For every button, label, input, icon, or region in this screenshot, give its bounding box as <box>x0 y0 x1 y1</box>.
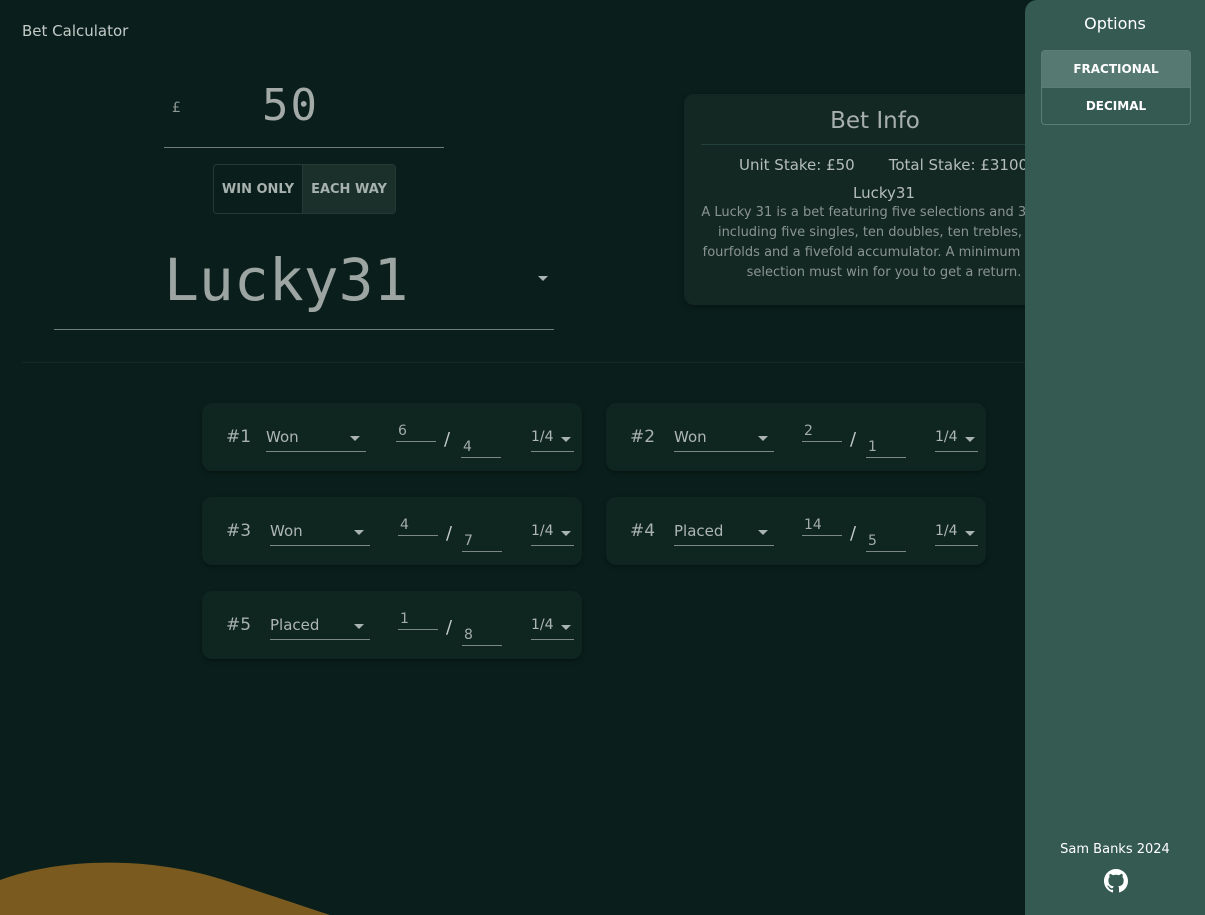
stake-input[interactable]: £ 50 <box>164 80 444 148</box>
result-select[interactable]: Placed <box>270 613 370 640</box>
footer-credit: Sam Banks 2024 <box>1060 842 1170 857</box>
section-divider <box>22 362 1025 363</box>
result-value: Won <box>674 428 707 446</box>
each-way-terms-value: 1/4 <box>935 523 958 539</box>
chevron-down-icon <box>758 530 768 535</box>
unit-stake: Unit Stake: £50 <box>739 156 855 174</box>
chevron-down-icon <box>350 436 360 441</box>
bet-info-title: Bet Info <box>701 108 1049 145</box>
selection-number: #3 <box>226 521 252 541</box>
bet-type-select[interactable]: Lucky31 <box>54 240 554 330</box>
bet-info-stakes: Unit Stake: £50 Total Stake: £3100 <box>739 156 1062 174</box>
each-way-terms-select[interactable]: 1/4 <box>531 425 574 452</box>
each-way-terms-value: 1/4 <box>531 429 554 445</box>
total-stake: Total Stake: £3100 <box>888 156 1029 174</box>
odds-slash: / <box>446 617 453 638</box>
odds-denominator-input[interactable]: 1 <box>866 433 906 458</box>
selection-number: #4 <box>630 521 656 541</box>
odds-slash: / <box>444 429 451 450</box>
result-select[interactable]: Won <box>674 425 774 452</box>
stake-value[interactable]: 50 <box>262 80 319 131</box>
each-way-terms-value: 1/4 <box>935 429 958 445</box>
each-way-terms-select[interactable]: 1/4 <box>531 613 574 640</box>
selection-card-2: #2 Won 2 / 1 1/4 <box>606 403 986 471</box>
chevron-down-icon <box>354 530 364 535</box>
result-select[interactable]: Won <box>270 519 370 546</box>
chevron-down-icon <box>561 531 571 536</box>
selection-card-4: #4 Placed 14 / 5 1/4 <box>606 497 986 565</box>
odds-denominator-input[interactable]: 7 <box>462 527 502 552</box>
odds-slash: / <box>446 523 453 544</box>
chevron-down-icon <box>538 276 548 281</box>
selection-number: #5 <box>226 615 252 635</box>
odds-slash: / <box>850 429 857 450</box>
app-title: Bet Calculator <box>22 22 129 40</box>
win-only-button[interactable]: WIN ONLY <box>214 165 303 213</box>
each-way-terms-select[interactable]: 1/4 <box>935 519 978 546</box>
each-way-terms-select[interactable]: 1/4 <box>935 425 978 452</box>
each-way-button[interactable]: EACH WAY <box>303 165 395 213</box>
chevron-down-icon <box>965 437 975 442</box>
selection-number: #1 <box>226 427 252 447</box>
selection-card-5: #5 Placed 1 / 8 1/4 <box>202 591 582 659</box>
decorative-wave <box>0 862 330 915</box>
odds-denominator-input[interactable]: 8 <box>462 621 502 646</box>
selection-number: #2 <box>630 427 656 447</box>
bet-info-name: Lucky31 <box>853 184 915 202</box>
result-value: Placed <box>270 616 320 634</box>
result-select[interactable]: Won <box>266 425 366 452</box>
odds-denominator-input[interactable]: 4 <box>461 433 501 458</box>
bet-info-description: A Lucky 31 is a bet featuring five selec… <box>701 205 1067 280</box>
currency-symbol: £ <box>172 100 181 116</box>
decimal-button[interactable]: DECIMAL <box>1041 88 1191 125</box>
odds-numerator-input[interactable]: 6 <box>396 421 436 442</box>
chevron-down-icon <box>561 437 571 442</box>
odds-numerator-input[interactable]: 4 <box>398 515 438 536</box>
result-value: Won <box>266 428 299 446</box>
chevron-down-icon <box>354 624 364 629</box>
odds-slash: / <box>850 523 857 544</box>
chevron-down-icon <box>965 531 975 536</box>
each-way-terms-value: 1/4 <box>531 617 554 633</box>
odds-numerator-input[interactable]: 1 <box>398 609 438 630</box>
odds-numerator-input[interactable]: 14 <box>802 515 842 536</box>
options-panel: Options FRACTIONAL DECIMAL Sam Banks 202… <box>1025 0 1205 915</box>
github-icon[interactable] <box>1104 869 1128 893</box>
bet-info-card: Bet Info Unit Stake: £50 Total Stake: £31… <box>684 94 1084 305</box>
fractional-button[interactable]: FRACTIONAL <box>1041 50 1191 88</box>
odds-denominator-input[interactable]: 5 <box>866 527 906 552</box>
chevron-down-icon <box>758 436 768 441</box>
options-title: Options <box>1084 14 1146 33</box>
chevron-down-icon <box>561 625 571 630</box>
each-way-terms-value: 1/4 <box>531 523 554 539</box>
result-select[interactable]: Placed <box>674 519 774 546</box>
each-way-terms-select[interactable]: 1/4 <box>531 519 574 546</box>
bet-mode-toggle: WIN ONLY EACH WAY <box>213 164 396 214</box>
result-value: Placed <box>674 522 724 540</box>
odds-numerator-input[interactable]: 2 <box>802 421 842 442</box>
selection-card-1: #1 Won 6 / 4 1/4 <box>202 403 582 471</box>
bet-type-value: Lucky31 <box>164 246 409 314</box>
result-value: Won <box>270 522 303 540</box>
selection-card-3: #3 Won 4 / 7 1/4 <box>202 497 582 565</box>
